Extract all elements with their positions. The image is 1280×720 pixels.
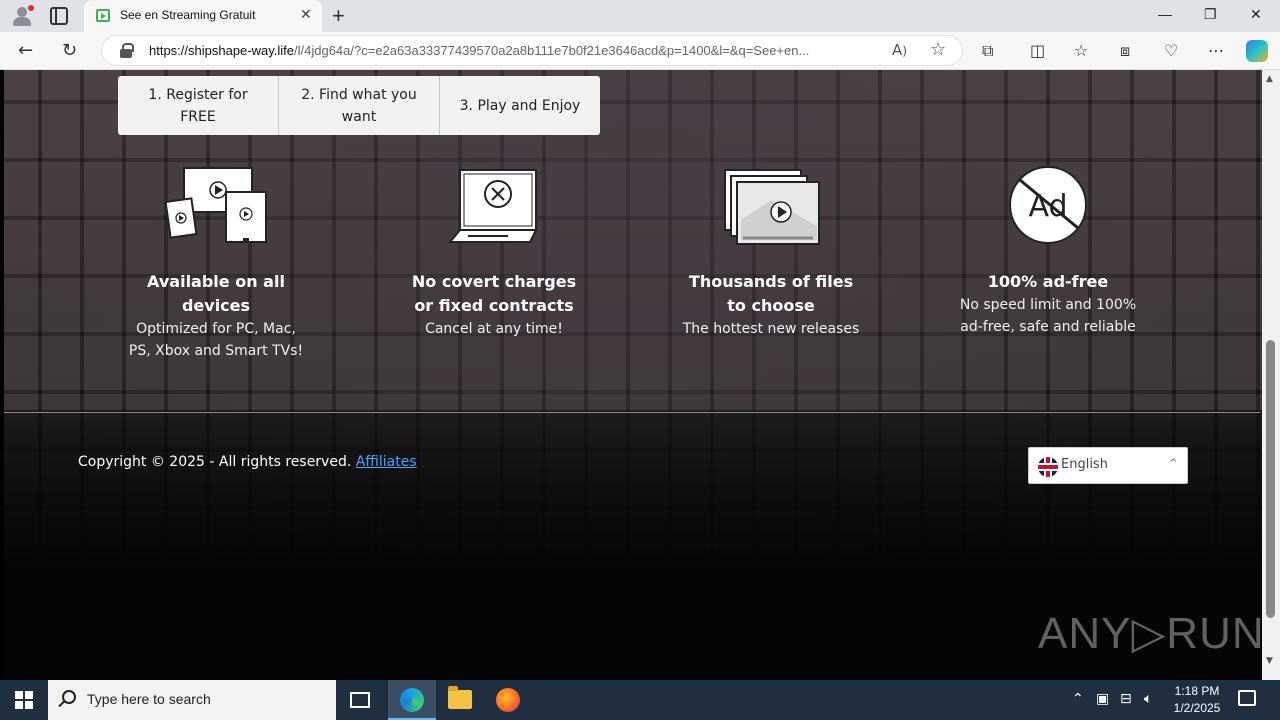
close-tab-icon[interactable]: ✕: [300, 7, 312, 23]
affiliates-link[interactable]: Affiliates: [356, 454, 417, 470]
page-content: 1. Register for FREE 2. Find what you wa…: [0, 70, 1262, 680]
ad-icon-text: Ad: [1028, 189, 1067, 224]
feature-desc: Cancel at any time!: [425, 321, 563, 337]
extensions-icon[interactable]: ⧉: [982, 41, 993, 61]
browser-essentials-icon[interactable]: ♡: [1164, 41, 1178, 60]
search-placeholder: Type here to search: [87, 691, 211, 707]
anyrun-watermark: ANY▷RUN: [1038, 609, 1262, 658]
taskbar-search[interactable]: Type here to search: [48, 680, 336, 720]
page-scrollbar[interactable]: ▲ ▼: [1262, 70, 1280, 680]
profile-icon[interactable]: [10, 4, 34, 28]
clock[interactable]: 1:18 PM 1/2/2025: [1166, 683, 1228, 717]
taskbar: Type here to search ⌃ ▣ ⊟ 🔈︎ 1:18 PM 1/2…: [0, 680, 1280, 720]
split-screen-icon[interactable]: ◫: [1030, 41, 1045, 60]
browser-tab[interactable]: See en Streaming Gratuit ✕: [84, 0, 322, 32]
steps-bar: 1. Register for FREE 2. Find what you wa…: [118, 76, 600, 135]
new-tab-icon[interactable]: +: [332, 3, 345, 29]
url-text[interactable]: https://shipshape-way.life/l/4jdg64a/?c=…: [149, 43, 879, 58]
edge-taskbar-icon[interactable]: [388, 680, 436, 720]
show-hidden-icons-icon[interactable]: ⌃: [1072, 691, 1084, 707]
refresh-icon[interactable]: ↻: [62, 40, 77, 61]
clock-date: 1/2/2025: [1173, 701, 1221, 715]
tv-favicon-icon: [96, 9, 110, 22]
copyright-text: Copyright © 2025 - All rights reserved.: [78, 454, 352, 470]
close-window-icon[interactable]: ✕: [1250, 6, 1262, 23]
file-explorer-icon[interactable]: [436, 680, 484, 720]
firefox-icon[interactable]: [484, 680, 532, 720]
feature-title: Available on all devices: [147, 272, 285, 315]
notifications-icon[interactable]: [1238, 690, 1256, 706]
feature-desc: Optimized for PC, Mac, PS, Xbox and Smar…: [128, 321, 304, 359]
chevron-up-icon: ^: [1169, 458, 1178, 469]
step-play: 3. Play and Enjoy: [459, 97, 581, 114]
step-register: 1. Register for FREE: [118, 76, 279, 135]
laptop-cancel-icon: [404, 160, 584, 270]
tab-actions-icon[interactable]: [50, 7, 68, 25]
feature-desc: The hottest new releases: [682, 321, 860, 337]
feature-devices: Available on all devices Optimized for P…: [126, 160, 306, 362]
restore-icon[interactable]: ❐: [1204, 6, 1217, 23]
address-toolbar: ← ↻ https://shipshape-way.life/l/4jdg64a…: [0, 32, 1280, 70]
favorites-icon[interactable]: ☆: [1074, 41, 1088, 60]
start-windows-icon[interactable]: [15, 691, 33, 709]
footer-divider: [4, 412, 1260, 413]
tab-title: See en Streaming Gratuit: [120, 8, 256, 22]
device-icon[interactable]: ▣: [1096, 691, 1109, 707]
feature-title: Thousands of files to choose: [688, 272, 854, 315]
no-ads-icon: Ad: [958, 160, 1138, 270]
volume-icon[interactable]: 🔈︎: [1144, 691, 1152, 707]
address-bar[interactable]: https://shipshape-way.life/l/4jdg64a/?c=…: [101, 35, 963, 66]
video-stack-icon: [681, 160, 861, 270]
search-icon: [62, 690, 76, 704]
read-aloud-icon[interactable]: A): [892, 41, 907, 59]
copyright: Copyright © 2025 - All rights reserved. …: [78, 454, 417, 470]
step-find: 2. Find what you want: [279, 76, 440, 135]
uk-flag-icon: [1038, 457, 1058, 477]
more-menu-icon[interactable]: ⋯: [1208, 41, 1224, 60]
copilot-icon[interactable]: [1246, 40, 1268, 62]
feature-thousands-files: Thousands of files to choose The hottest…: [681, 160, 861, 340]
scroll-down-icon[interactable]: ▼: [1266, 656, 1273, 666]
language-label: English: [1061, 457, 1108, 472]
minimize-icon[interactable]: —: [1158, 6, 1172, 22]
lock-icon[interactable]: [120, 43, 134, 58]
feature-ad-free: Ad 100% ad-free No speed limit and 100% …: [958, 160, 1138, 338]
browser-tab-bar: See en Streaming Gratuit ✕ + — ❐ ✕: [0, 0, 1280, 32]
collections-icon[interactable]: ⧈: [1120, 41, 1130, 61]
feature-title: No covert charges or fixed contracts: [411, 272, 577, 315]
scroll-thumb[interactable]: [1266, 340, 1275, 618]
feature-title: 100% ad-free: [987, 272, 1109, 291]
task-view-icon[interactable]: [336, 680, 384, 720]
feature-no-charges: No covert charges or fixed contracts Can…: [404, 160, 584, 340]
network-icon[interactable]: ⊟: [1120, 691, 1132, 707]
language-select[interactable]: English ^: [1028, 447, 1188, 484]
favorite-star-icon[interactable]: ☆: [930, 39, 946, 60]
clock-time: 1:18 PM: [1174, 684, 1220, 698]
scroll-up-icon[interactable]: ▲: [1266, 74, 1273, 84]
back-arrow-icon[interactable]: ←: [18, 40, 33, 61]
devices-icon: [126, 160, 306, 270]
feature-desc: No speed limit and 100% ad-free, safe an…: [959, 297, 1137, 335]
